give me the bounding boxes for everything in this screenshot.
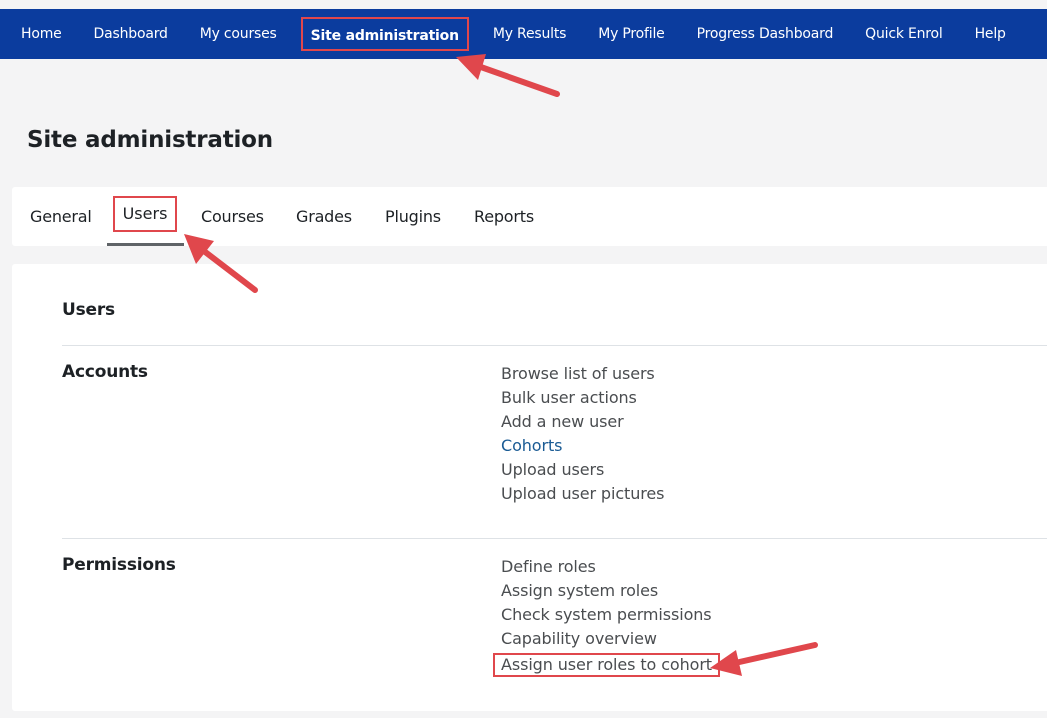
nav-my-courses[interactable]: My courses xyxy=(184,17,293,51)
link-upload-users[interactable]: Upload users xyxy=(501,458,664,482)
nav-site-administration[interactable]: Site administration xyxy=(300,17,469,51)
permissions-links: Define roles Assign system roles Check s… xyxy=(493,555,720,677)
users-section-heading: Users xyxy=(62,300,115,320)
link-bulk-user-actions[interactable]: Bulk user actions xyxy=(501,386,664,410)
accounts-links: Browse list of users Bulk user actions A… xyxy=(501,362,664,506)
nav-my-profile[interactable]: My Profile xyxy=(582,17,680,51)
link-browse-list-of-users[interactable]: Browse list of users xyxy=(501,362,664,386)
link-check-system-permissions[interactable]: Check system permissions xyxy=(501,603,720,627)
active-tab-indicator xyxy=(107,243,184,246)
permissions-heading: Permissions xyxy=(62,555,176,575)
page-title: Site administration xyxy=(27,127,273,153)
accounts-heading: Accounts xyxy=(62,362,148,382)
nav-progress-dashboard[interactable]: Progress Dashboard xyxy=(681,17,850,51)
divider xyxy=(62,538,1047,539)
link-assign-user-roles-to-cohort[interactable]: Assign user roles to cohort xyxy=(493,653,720,677)
link-upload-user-pictures[interactable]: Upload user pictures xyxy=(501,482,664,506)
users-admin-panel: Users Accounts Browse list of users Bulk… xyxy=(12,264,1047,711)
tab-grades[interactable]: Grades xyxy=(296,187,352,246)
link-capability-overview[interactable]: Capability overview xyxy=(501,627,720,651)
tab-general[interactable]: General xyxy=(30,187,92,246)
link-cohorts[interactable]: Cohorts xyxy=(501,434,664,458)
tab-users[interactable]: Users xyxy=(113,196,177,232)
nav-dashboard[interactable]: Dashboard xyxy=(78,17,184,51)
link-add-new-user[interactable]: Add a new user xyxy=(501,410,664,434)
nav-help[interactable]: Help xyxy=(959,17,1022,51)
tab-reports[interactable]: Reports xyxy=(474,187,534,246)
admin-tabs: General Users Courses Grades Plugins Rep… xyxy=(12,187,1047,246)
link-assign-system-roles[interactable]: Assign system roles xyxy=(501,579,720,603)
nav-my-results[interactable]: My Results xyxy=(477,17,582,51)
nav-home[interactable]: Home xyxy=(0,17,78,51)
nav-quick-enrol[interactable]: Quick Enrol xyxy=(849,17,958,51)
tab-courses[interactable]: Courses xyxy=(201,187,264,246)
tab-plugins[interactable]: Plugins xyxy=(385,187,441,246)
top-navigation-bar: Home Dashboard My courses Site administr… xyxy=(0,9,1047,59)
link-define-roles[interactable]: Define roles xyxy=(501,555,720,579)
divider xyxy=(62,345,1047,346)
